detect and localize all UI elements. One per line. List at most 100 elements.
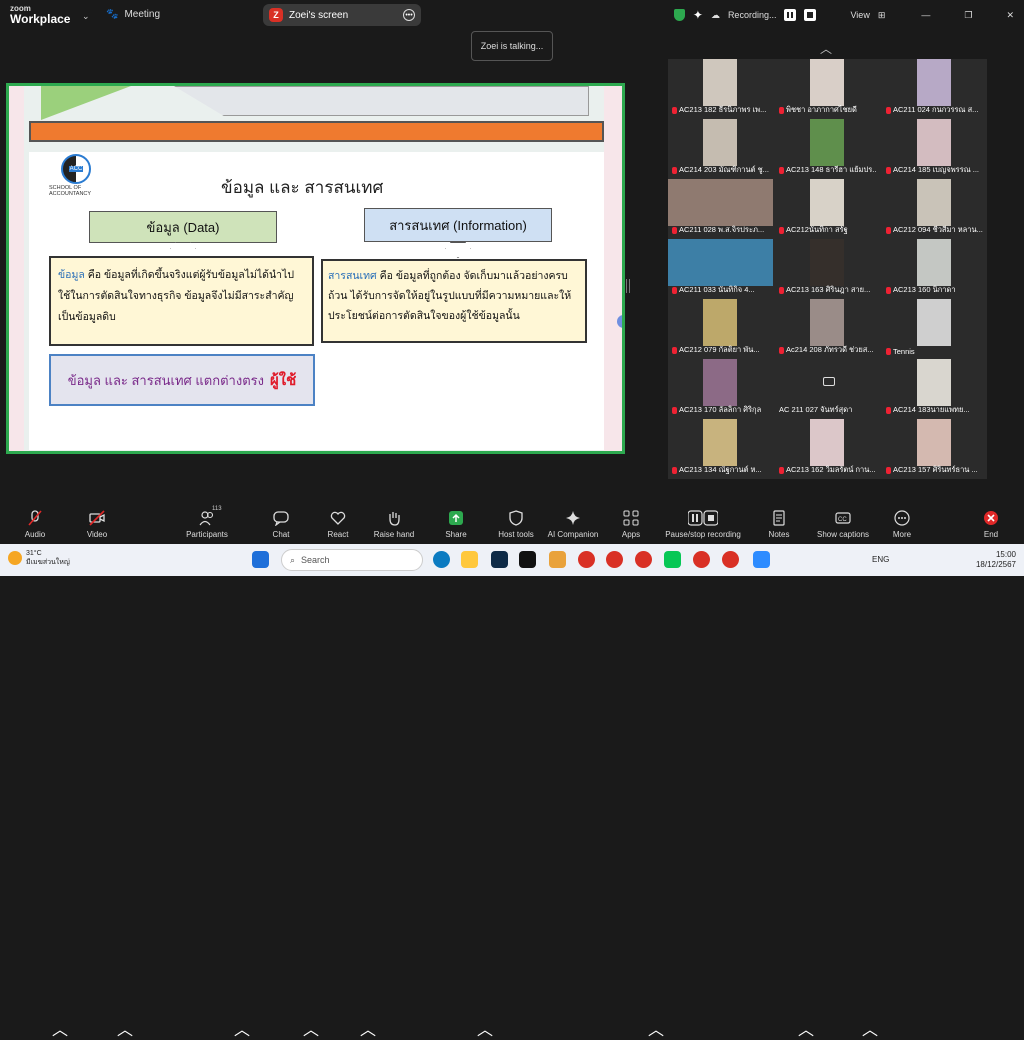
screen-share-pill[interactable]: Z Zoei's screen ••• bbox=[263, 4, 421, 26]
apps-label: Apps bbox=[621, 530, 641, 539]
share-options-caret[interactable]: ︿ bbox=[477, 1016, 493, 1040]
participant-name-label: AC212 079 กัลติยา พัน... bbox=[672, 344, 770, 356]
stop-recording-button[interactable] bbox=[804, 9, 817, 21]
participant-name-label: AC212 094 ชีวสีมา หลาน... bbox=[886, 224, 984, 236]
recording-controls: ✦ ☁ Recording... View ⊞ — ❐ ✕ bbox=[673, 8, 1014, 22]
notes-options-caret[interactable]: ︿ bbox=[798, 1016, 814, 1040]
pause-recording-button[interactable] bbox=[784, 9, 797, 21]
participant-tile[interactable]: AC213 148 ธารีฮา แย้มปร... bbox=[775, 119, 880, 179]
apps-options-caret[interactable]: ︿ bbox=[648, 1016, 664, 1040]
participant-name: AC 211 027 จันทร์สุดา bbox=[779, 405, 853, 414]
participant-name: AC212นันทิกา สรัฐ bbox=[786, 225, 848, 234]
more-button[interactable]: More bbox=[867, 510, 937, 539]
video-label: Video bbox=[86, 530, 108, 539]
meeting-menu[interactable]: 🐾 Meeting bbox=[106, 9, 160, 20]
captions-options-caret[interactable]: ︿ bbox=[862, 1016, 878, 1040]
chrome-profile-icon[interactable] bbox=[606, 551, 623, 568]
chrome-profile-4-icon[interactable] bbox=[722, 551, 739, 568]
mic-muted-icon bbox=[779, 226, 784, 234]
participant-name-label: Tennis bbox=[886, 347, 984, 356]
chat-icon bbox=[273, 510, 289, 527]
chat-options-caret[interactable]: ︿ bbox=[303, 1016, 319, 1040]
clock[interactable]: 15:00 18/12/2567 bbox=[976, 550, 1016, 570]
language-indicator[interactable]: ENG bbox=[872, 555, 889, 564]
zoom-app-icon[interactable] bbox=[753, 551, 770, 568]
restore-icon[interactable]: ❐ bbox=[964, 10, 972, 21]
participant-tile[interactable]: AC212 094 ชีวสีมา หลาน... bbox=[882, 179, 987, 239]
participants-button[interactable]: 113 Participants bbox=[172, 506, 242, 539]
video-button[interactable]: Video bbox=[62, 510, 132, 539]
video-options-caret[interactable]: ︿ bbox=[117, 1016, 133, 1040]
notes-button[interactable]: Notes bbox=[744, 510, 814, 539]
participant-tile[interactable]: AC214 203 มัณฑิกานต์ ชู... bbox=[668, 119, 773, 179]
participant-tile[interactable]: AC214 183นายแพทย... bbox=[882, 359, 987, 419]
participant-tile[interactable]: AC212นันทิกา สรัฐ bbox=[775, 179, 880, 239]
chevron-down-icon[interactable]: ⌄ bbox=[82, 11, 90, 22]
chrome-profile-2-icon[interactable] bbox=[635, 551, 652, 568]
audio-button[interactable]: Audio bbox=[0, 510, 70, 539]
difference-box: ข้อมูล และ สารสนเทศ แตกต่างตรง ผู้ใช้ bbox=[49, 354, 315, 406]
participant-tile[interactable]: AC213 162 วิมลรัตน์ กาน... bbox=[775, 419, 880, 479]
more-icon[interactable]: ••• bbox=[403, 9, 415, 21]
participant-video bbox=[810, 119, 844, 166]
view-button[interactable]: View bbox=[850, 10, 869, 20]
end-button[interactable]: End bbox=[956, 510, 1024, 539]
view-grid-icon[interactable]: ⊞ bbox=[878, 10, 886, 21]
recording-status: Recording... bbox=[727, 10, 777, 20]
tiktok-icon[interactable] bbox=[519, 551, 536, 568]
app-icon[interactable] bbox=[549, 551, 566, 568]
participant-tile[interactable]: AC214 185 เบญจพรรณ ... bbox=[882, 119, 987, 179]
mic-muted-icon bbox=[779, 466, 784, 474]
participant-tile[interactable]: AC213 163 ศิรินฎา สาย... bbox=[775, 239, 880, 299]
pause-stop-recording-button[interactable]: Pause/stop recording bbox=[660, 510, 746, 539]
chrome-profile-3-icon[interactable] bbox=[693, 551, 710, 568]
screen-share-label: Zoei's screen bbox=[289, 9, 349, 21]
participant-tile[interactable]: AC211 028 พ.ส.จิรประภ... bbox=[668, 179, 773, 239]
participant-tile[interactable]: AC213 157 ศิรินทร์ธาน ... bbox=[882, 419, 987, 479]
participant-name-label: AC213 157 ศิรินทร์ธาน ... bbox=[886, 464, 984, 476]
apps-button[interactable]: Apps bbox=[596, 510, 666, 539]
participant-tile[interactable]: AC213 160 นิกาดา bbox=[882, 239, 987, 299]
participant-video bbox=[703, 419, 737, 466]
zoom-logo: zoom Workplace bbox=[10, 4, 70, 25]
participant-tile[interactable]: AC213 170 ลัลลิกา ศิริกุล bbox=[668, 359, 773, 419]
host-tools-label: Host tools bbox=[498, 530, 534, 539]
participant-name-label: Ac214 208 ภัทรวดี ช่วยส... bbox=[779, 344, 877, 356]
participant-tile[interactable]: พิชชา อาภากาศไชยดี bbox=[775, 59, 880, 119]
line-icon[interactable] bbox=[664, 551, 681, 568]
taskbar-search[interactable]: ⌕ Search bbox=[281, 549, 423, 571]
participant-tile[interactable]: AC211 033 นันทิกิจ 4... bbox=[668, 239, 773, 299]
mic-muted-icon bbox=[672, 466, 677, 474]
react-options-caret[interactable]: ︿ bbox=[360, 1016, 376, 1040]
info-def-term: สารสนเทศ bbox=[328, 270, 377, 282]
windows-start-icon[interactable] bbox=[252, 551, 269, 568]
audio-options-caret[interactable]: ︿ bbox=[52, 1016, 68, 1040]
participant-tile[interactable]: Tennis bbox=[882, 299, 987, 359]
photoshop-icon[interactable] bbox=[491, 551, 508, 568]
participant-tile[interactable]: Ac214 208 ภัทรวดี ช่วยส... bbox=[775, 299, 880, 359]
edge-icon[interactable] bbox=[433, 551, 450, 568]
chrome-icon[interactable] bbox=[578, 551, 595, 568]
participant-tile[interactable]: AC213 182 ธีรนิภาพร เพ... bbox=[668, 59, 773, 119]
chevron-up-icon[interactable]: ︿ bbox=[820, 40, 832, 57]
weather-widget[interactable]: 31°C มีเมฆส่วนใหญ่ bbox=[8, 549, 70, 567]
panel-resize-handle[interactable] bbox=[626, 279, 630, 293]
file-explorer-icon[interactable] bbox=[461, 551, 478, 568]
participant-video bbox=[810, 59, 844, 106]
close-icon[interactable]: ✕ bbox=[1006, 10, 1014, 21]
participant-tile[interactable]: AC 211 027 จันทร์สุดา bbox=[775, 359, 880, 419]
annotate-pen-icon[interactable] bbox=[617, 315, 622, 328]
minimize-icon[interactable]: — bbox=[921, 10, 930, 20]
participant-name-label: พิชชา อาภากาศไชยดี bbox=[779, 104, 877, 116]
raise-hand-button[interactable]: Raise hand bbox=[359, 510, 429, 539]
participant-tile[interactable]: AC213 134 ณัฐกานต์ ห... bbox=[668, 419, 773, 479]
clock-date: 18/12/2567 bbox=[975, 560, 1016, 569]
participant-video bbox=[810, 419, 844, 466]
participant-tile[interactable]: AC212 079 กัลติยา พัน... bbox=[668, 299, 773, 359]
participant-tile[interactable]: AC211 024 กนกวรรณ ส... bbox=[882, 59, 987, 119]
participants-icon bbox=[199, 510, 215, 526]
shield-icon[interactable] bbox=[673, 9, 685, 21]
sparkle-icon[interactable]: ✦ bbox=[693, 8, 703, 22]
participant-name-label: AC211 028 พ.ส.จิรประภ... bbox=[672, 224, 770, 236]
participants-options-caret[interactable]: ︿ bbox=[234, 1016, 250, 1040]
